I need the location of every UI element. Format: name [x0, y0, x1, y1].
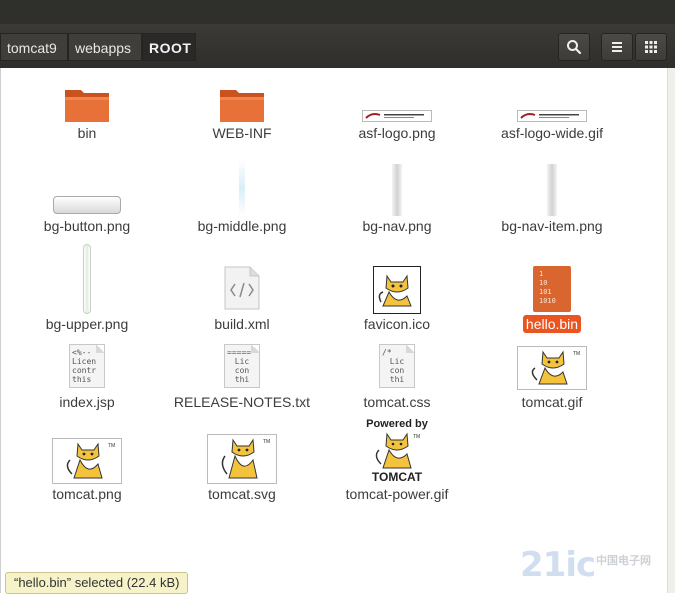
preview-line: <%-- — [72, 348, 92, 357]
file-label: bg-upper.png — [45, 316, 129, 332]
grid-view-icon — [645, 41, 657, 53]
scrollbar[interactable] — [667, 68, 675, 593]
folder-icon — [167, 80, 317, 124]
file-label: tomcat-power.gif — [345, 486, 449, 502]
breadcrumb-webapps[interactable]: webapps — [68, 33, 142, 61]
file-label: tomcat.svg — [208, 486, 276, 502]
folder-icon — [12, 80, 162, 124]
window-top-strip — [0, 0, 675, 24]
preview-line: con — [234, 366, 250, 375]
list-view-button[interactable] — [601, 33, 633, 61]
breadcrumb-root[interactable]: ROOT — [142, 33, 196, 61]
file-label: bg-middle.png — [197, 218, 287, 234]
image-thumbnail-icon — [167, 160, 317, 216]
status-bar: “hello.bin” selected (22.4 kB) — [5, 572, 189, 594]
file-label: RELEASE-NOTES.txt — [173, 394, 311, 410]
image-thumbnail-icon — [477, 164, 627, 216]
binary-line: 1 — [539, 270, 544, 278]
tomcat-thumbnail-icon: TM — [477, 346, 627, 390]
file-label: bin — [77, 125, 97, 141]
code-file-icon — [167, 266, 317, 310]
svg-text:TM: TM — [573, 351, 580, 357]
preview-line: con — [389, 366, 405, 375]
image-thumbnail-icon — [322, 164, 472, 216]
file-label: tomcat.gif — [521, 394, 583, 410]
binary-line: 101 — [539, 288, 552, 296]
image-thumbnail-icon — [12, 244, 162, 314]
image-thumbnail-icon — [477, 110, 627, 124]
tomcat-thumbnail-icon — [322, 266, 472, 314]
preview-line: ===== — [227, 348, 252, 357]
file-label: bg-nav.png — [362, 218, 432, 234]
preview-line: /* — [382, 348, 392, 357]
file-label: asf-logo.png — [358, 125, 436, 141]
file-label: tomcat.css — [363, 394, 431, 410]
toolbar: tomcat9 webapps ROOT — [0, 24, 675, 69]
search-button[interactable] — [558, 33, 590, 61]
binary-file-icon: 1 10 101 1010 — [477, 266, 627, 312]
preview-line: thi — [389, 375, 405, 384]
search-icon — [567, 40, 582, 55]
text-file-icon: <%-- Licen contr this — [12, 344, 162, 390]
grid-view-button[interactable] — [635, 33, 667, 61]
image-thumbnail-icon — [322, 110, 472, 124]
list-view-icon — [612, 42, 622, 52]
preview-line: thi — [234, 375, 250, 384]
preview-line: Licen — [72, 357, 97, 366]
file-label: build.xml — [214, 316, 270, 332]
preview-line: Lic — [389, 357, 405, 366]
preview-line: contr — [72, 366, 97, 375]
file-label: bg-nav-item.png — [501, 218, 603, 234]
svg-text:TM: TM — [108, 443, 115, 449]
tomcat-text: TOMCAT — [371, 470, 423, 484]
binary-line: 10 — [539, 279, 548, 287]
text-file-icon: /* Lic con thi — [322, 344, 472, 390]
file-label: WEB-INF — [212, 125, 272, 141]
file-label: index.jsp — [59, 394, 115, 410]
powered-by-text: Powered by — [366, 418, 428, 430]
file-label: tomcat.png — [52, 486, 122, 502]
file-label: favicon.ico — [363, 316, 431, 332]
image-thumbnail-icon — [12, 196, 162, 216]
svg-text:TM: TM — [413, 434, 420, 440]
watermark-text: 中国电子网 — [596, 555, 651, 567]
file-label: hello.bin — [477, 315, 627, 333]
breadcrumb-tomcat9[interactable]: tomcat9 — [0, 33, 68, 61]
tomcat-power-thumbnail-icon: Powered by TM TOMCAT — [322, 418, 472, 484]
svg-text:TM: TM — [263, 439, 270, 445]
watermark-logo: 21ic — [520, 545, 596, 585]
preview-line: this — [72, 375, 92, 384]
file-label: bg-button.png — [43, 218, 131, 234]
tomcat-thumbnail-icon: TM — [12, 438, 162, 484]
binary-line: 1010 — [539, 297, 556, 305]
text-file-icon: ===== Lic con thi — [167, 344, 317, 390]
tomcat-thumbnail-icon: TM — [167, 434, 317, 484]
preview-line: Lic — [234, 357, 250, 366]
file-label: asf-logo-wide.gif — [501, 125, 603, 141]
